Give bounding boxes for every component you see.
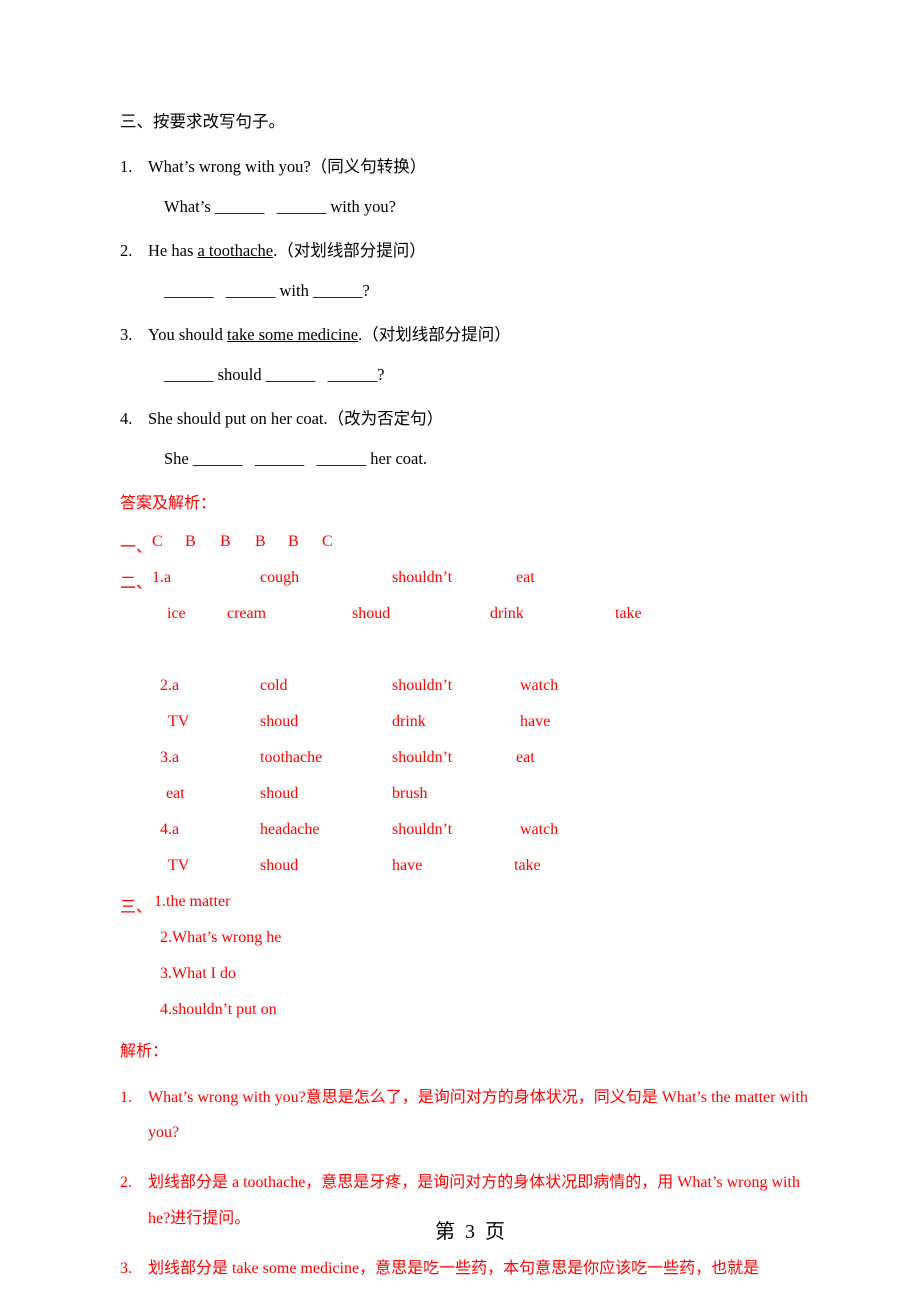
answer-word: cold: [260, 677, 288, 694]
answer-word: drink: [392, 713, 426, 730]
answer-key-section2-group4-row1: 4.a headache shouldn’t watch: [120, 821, 820, 841]
page-canvas: 三、按要求改写句子。 1. What’s wrong with you?（同义句…: [0, 0, 920, 1302]
page-number-label: 第 3 页: [435, 1221, 505, 1243]
answer-text: 4.shouldn’t put on: [160, 1001, 277, 1018]
explanation-text: What’s wrong with you?意思是怎么了，是询问对方的身体状况，…: [148, 1089, 808, 1142]
answer-choice: C: [322, 533, 333, 550]
answer-key-section1: 一、 C B B B B C: [120, 533, 820, 556]
section2-label: 二、: [120, 575, 153, 592]
question-item: 1. What’s wrong with you?（同义句转换）: [120, 153, 820, 177]
answer-choice: B: [288, 533, 299, 550]
answer-word: drink: [490, 605, 524, 622]
answer-word: eat: [516, 749, 535, 766]
question-prompt: He has: [148, 241, 198, 260]
section3-heading: 三、按要求改写句子。: [120, 112, 285, 131]
answer-text: 3.What I do: [160, 965, 236, 982]
answer-text: 2.What’s wrong he: [160, 929, 282, 946]
answer-word: 3.a: [160, 749, 180, 766]
question-answer-line: ______ ______ with ______?: [164, 281, 370, 300]
answer-key-heading: 答案及解析：: [120, 495, 217, 512]
answer-word: headache: [260, 821, 320, 838]
question-instruction: （同义句转换）: [310, 157, 427, 176]
answer-key-section2-group3-row1: 3.a toothache shouldn’t eat: [120, 749, 820, 769]
question-prompt: What’s wrong with you?: [148, 157, 311, 176]
answer-text: 1.the matter: [154, 893, 231, 910]
answer-word: 4.a: [160, 821, 180, 838]
question-number: 4.: [120, 409, 133, 428]
question-instruction: （对划线部分提问）: [362, 325, 511, 344]
answer-word: ice: [167, 605, 186, 622]
answer-word: take: [615, 605, 642, 622]
answer-word: shouldn’t: [392, 821, 453, 838]
answer-key-spacer: [120, 641, 820, 677]
answer-word: watch: [520, 821, 559, 838]
answer-word: toothache: [260, 749, 323, 766]
answer-word: eat: [516, 569, 535, 586]
underlined-phrase: take some medicine: [227, 325, 359, 344]
answer-word: take: [514, 857, 541, 874]
answer-choice: B: [185, 533, 196, 550]
answer-choice: C: [152, 533, 163, 550]
question-item: 3. You should take some medicine.（对划线部分提…: [120, 321, 820, 345]
answer-word: shouldn’t: [392, 569, 453, 586]
answer-key-section3-item: 3.What I do: [120, 965, 820, 985]
explanation-item: 1. What’s wrong with you?意思是怎么了，是询问对方的身体…: [120, 1080, 820, 1150]
answer-word: shouldn’t: [392, 749, 453, 766]
answer-word: have: [520, 713, 551, 730]
answer-key-section3-item: 三、 1.the matter: [120, 893, 820, 916]
answer-word: 1.a: [152, 569, 172, 586]
answer-word: watch: [520, 677, 559, 694]
answer-word: shoud: [260, 785, 299, 802]
answer-word: shoud: [352, 605, 391, 622]
question-prompt: She should put on her coat.: [148, 409, 328, 428]
answer-key-section2-group4-row2: TV shoud have take: [120, 857, 820, 877]
answer-key-section3-item: 4.shouldn’t put on: [120, 1001, 820, 1021]
question-text: He has a toothache.（对划线部分提问）: [148, 237, 820, 261]
question-instruction: （改为否定句）: [327, 409, 444, 428]
answer-word: shoud: [260, 713, 299, 730]
question-prompt: You should: [148, 325, 228, 344]
question-answer-line: What’s ______ ______ with you?: [164, 197, 396, 216]
question-number: 3.: [120, 325, 133, 344]
answer-key-section2-group2-row1: 2.a cold shouldn’t watch: [120, 677, 820, 697]
answer-word: TV: [168, 713, 190, 730]
question-answer-line: She ______ ______ ______ her coat.: [164, 449, 428, 468]
answer-word: shoud: [260, 857, 299, 874]
answer-key-section3-item: 2.What’s wrong he: [120, 929, 820, 949]
answer-word: have: [392, 857, 423, 874]
question-number: 2.: [120, 241, 133, 260]
answer-key-section2-group1-row2: ice cream shoud drink take: [120, 605, 820, 625]
question-instruction: （对划线部分提问）: [277, 241, 426, 260]
answer-key-section2-group2-row2: TV shoud drink have: [120, 713, 820, 733]
page-footer: 第 3 页: [0, 1192, 920, 1267]
underlined-phrase: a toothache: [197, 241, 274, 260]
document-content: 三、按要求改写句子。 1. What’s wrong with you?（同义句…: [120, 108, 820, 1301]
question-answer-line: ______ should ______ ______?: [164, 365, 385, 384]
section1-label: 一、: [120, 539, 153, 556]
answer-word: shouldn’t: [392, 677, 453, 694]
question-item: 4. She should put on her coat.（改为否定句）: [120, 405, 820, 429]
question-text: What’s wrong with you?（同义句转换）: [148, 153, 820, 177]
answer-word: eat: [166, 785, 185, 802]
answer-word: 2.a: [160, 677, 180, 694]
question-text: You should take some medicine.（对划线部分提问）: [148, 321, 820, 345]
explanation-heading: 解析：: [120, 1043, 169, 1060]
answer-key-section2-group3-row2: eat shoud brush: [120, 785, 820, 805]
question-item: 2. He has a toothache.（对划线部分提问）: [120, 237, 820, 261]
answer-word: cream: [227, 605, 267, 622]
answer-word: TV: [168, 857, 190, 874]
answer-choice: B: [255, 533, 266, 550]
question-text: She should put on her coat.（改为否定句）: [148, 405, 820, 429]
section3-label: 三、: [120, 899, 153, 916]
answer-word: cough: [260, 569, 300, 586]
explanation-number: 1.: [120, 1089, 132, 1106]
answer-choice: B: [220, 533, 231, 550]
answer-word: brush: [392, 785, 428, 802]
question-number: 1.: [120, 157, 133, 176]
answer-key-section2-group1-row1: 二、 1.a cough shouldn’t eat: [120, 569, 820, 592]
